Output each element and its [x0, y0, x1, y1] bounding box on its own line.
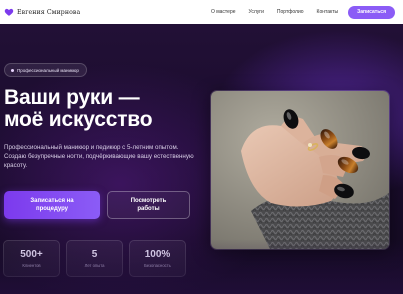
header-book-button[interactable]: Записаться: [348, 5, 395, 19]
hero-subtitle: Профессиональный маникюр и педикюр с 5-л…: [4, 144, 194, 169]
sparkle-dot-icon: [11, 68, 14, 72]
main-nav: О мастере Услуги Портфолио Контакты Запи…: [211, 5, 395, 19]
stat-value: 500+: [20, 249, 43, 260]
stat-card-clients: 500+ Клиентов: [3, 240, 60, 277]
hero-badge: Профессиональный маникюр: [4, 63, 87, 77]
book-appointment-button[interactable]: Записаться на процедуру: [4, 191, 100, 219]
hero-title-line-1: Ваши руки —: [4, 86, 140, 109]
stat-value: 100%: [144, 249, 171, 260]
hero-manicure-photo: [210, 90, 390, 250]
manicure-illustration: [211, 91, 389, 249]
hero-title-line-2: моё искусство: [4, 108, 153, 131]
nav-link-contacts[interactable]: Контакты: [317, 9, 339, 15]
view-works-label-1: Посмотреть: [130, 198, 167, 204]
nav-link-about[interactable]: О мастере: [211, 9, 236, 15]
stat-card-safety: 100% Безопасность: [129, 240, 186, 277]
stat-value: 5: [91, 249, 98, 260]
heart-icon: [4, 7, 14, 17]
stat-card-experience: 5 Лет опыта: [66, 240, 123, 277]
book-appointment-label-2: процедуру: [35, 206, 69, 212]
stat-label: Клиентов: [22, 263, 41, 268]
nav-link-portfolio[interactable]: Портфолио: [277, 9, 304, 15]
top-navbar: Евгения Смирнова О мастере Услуги Портфо…: [0, 0, 403, 24]
hero-section: Профессиональный маникюр Ваши руки — моё…: [0, 24, 403, 294]
view-works-label-2: работы: [137, 206, 160, 212]
hero-title: Ваши руки — моё искусство: [4, 87, 204, 131]
brand-name: Евгения Смирнова: [17, 8, 81, 16]
stat-label: Лет опыта: [84, 263, 105, 268]
hero-badge-text: Профессиональный маникюр: [17, 67, 79, 73]
stats-row: 500+ Клиентов 5 Лет опыта 100% Безопасно…: [3, 240, 186, 277]
stat-label: Безопасность: [144, 263, 171, 268]
book-appointment-label-1: Записаться на: [30, 198, 74, 204]
view-works-button[interactable]: Посмотреть работы: [107, 191, 190, 219]
nav-link-services[interactable]: Услуги: [249, 9, 264, 15]
brand[interactable]: Евгения Смирнова: [4, 7, 80, 17]
